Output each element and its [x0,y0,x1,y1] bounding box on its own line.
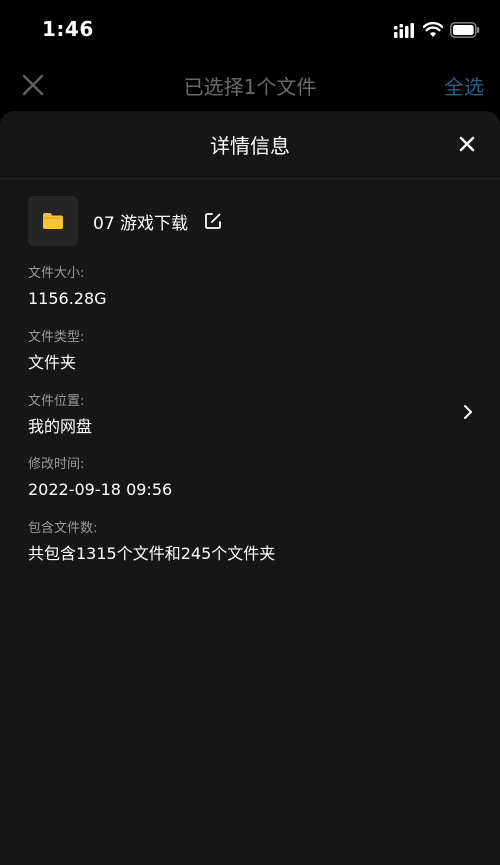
file-type-label: 文件类型: [28,330,85,345]
sheet-header: 详情信息 [0,111,500,179]
selection-title: 已选择1个文件 [183,75,317,99]
modified-time-label: 修改时间: [28,457,85,472]
rename-button[interactable] [204,212,222,230]
folder-icon [43,213,63,229]
file-type-value: 文件夹 [28,353,77,372]
folder-thumbnail [28,196,78,246]
file-size-value: 1156.28G [28,289,107,308]
sheet-title: 详情信息 [210,134,290,158]
modified-time-value: 2022-09-18 09:56 [28,480,173,499]
contained-files-section: 包含文件数: 共包含1315个文件和245个文件夹 [28,520,275,565]
contained-files-label: 包含文件数: [28,521,98,536]
file-size-section: 文件大小: 1156.28G [28,265,107,310]
file-size-label: 文件大小: [28,266,85,281]
status-time: 1:46 [42,17,94,41]
file-location-label: 文件位置: [28,394,85,409]
file-type-section: 文件类型: 文件夹 [28,329,84,374]
location-chevron-button[interactable] [462,404,474,420]
wifi-icon [423,22,443,38]
file-location-value[interactable]: 我的网盘 [28,416,92,438]
cellular-signal-icon [394,22,416,38]
details-sheet: 详情信息 07 游戏下载 文件大小: 1156.28G 文件类型: 文件夹 文件… [0,111,500,865]
file-location-section[interactable]: 文件位置: 我的网盘 [28,393,92,438]
status-icons [394,20,480,40]
background-header: 已选择1个文件 全选 [0,60,500,112]
file-row: 07 游戏下载 [28,196,222,246]
select-all-button[interactable]: 全选 [444,71,484,100]
chevron-right-icon [464,405,472,419]
status-bar: 1:46 [0,0,500,60]
screen: 1:46 已选择1个文件 全选 详情信息 07 游戏下载 文件大小: 1156.… [0,0,500,865]
battery-icon [450,22,480,38]
close-icon [459,136,475,152]
edit-icon [205,213,221,229]
sheet-close-button[interactable] [458,135,476,153]
file-name: 07 游戏下载 [93,213,189,234]
modified-time-section: 修改时间: 2022-09-18 09:56 [28,456,172,501]
contained-files-value: 共包含1315个文件和245个文件夹 [28,544,276,563]
